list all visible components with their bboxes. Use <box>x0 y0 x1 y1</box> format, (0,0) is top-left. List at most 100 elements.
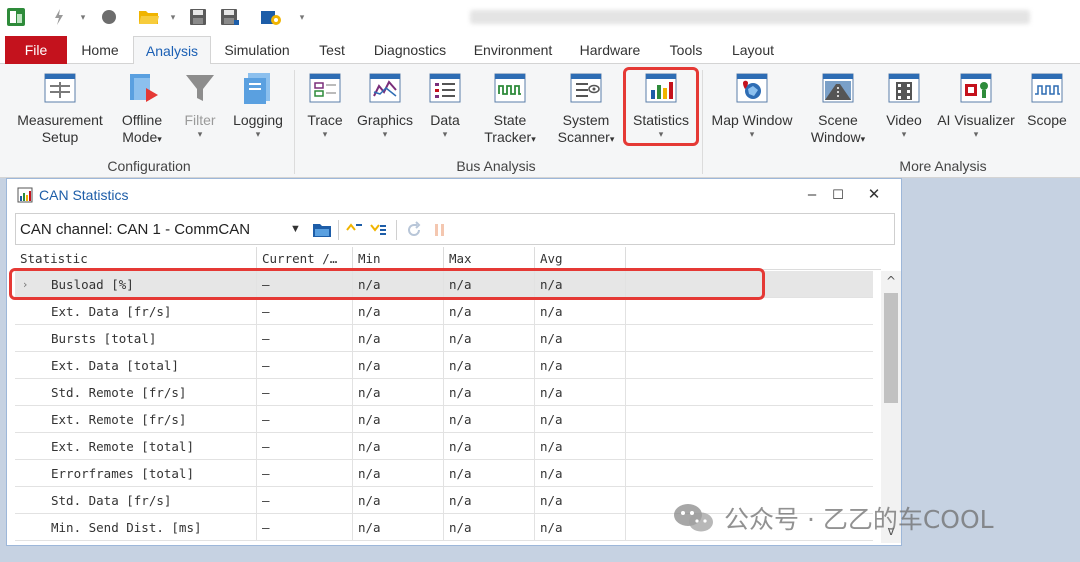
column-header-max[interactable]: Max <box>444 247 535 270</box>
lightning-dropdown-icon[interactable]: ▾ <box>78 6 88 28</box>
table-row[interactable]: Bursts [total] – n/a n/a n/a <box>15 325 873 352</box>
column-header-current[interactable]: Current /… <box>257 247 353 270</box>
measurement-setup-icon <box>44 73 76 103</box>
cell-avg: n/a <box>535 379 626 406</box>
lightning-icon[interactable] <box>52 6 66 28</box>
table-row[interactable]: Std. Remote [fr/s] – n/a n/a n/a <box>15 379 873 406</box>
cell-max: n/a <box>444 298 535 325</box>
expand-all-icon[interactable] <box>368 220 388 240</box>
state-tracker-icon <box>494 73 526 103</box>
filter-icon <box>186 75 214 101</box>
collapse-all-icon[interactable] <box>344 220 364 240</box>
state-tracker-dropdown-icon: ▾ <box>531 134 536 144</box>
scene-window-label-2: Window <box>810 129 861 145</box>
state-tracker-button[interactable]: State Tracker▾ <box>476 70 544 148</box>
group-label-more-analysis: More Analysis <box>899 158 987 174</box>
app-logo-icon[interactable] <box>6 6 26 28</box>
toolbar-separator <box>396 220 397 240</box>
cell-current: – <box>257 514 353 541</box>
ai-visualizer-label: AI Visualizer <box>937 112 1015 128</box>
tab-diagnostics[interactable]: Diagnostics <box>367 36 453 64</box>
table-row[interactable]: Ext. Remote [fr/s] – n/a n/a n/a <box>15 406 873 433</box>
config-settings-icon[interactable] <box>260 6 282 28</box>
scope-button[interactable]: Scope <box>1022 70 1072 129</box>
cell-max: n/a <box>444 514 535 541</box>
state-tracker-label-2: Tracker <box>484 129 532 145</box>
video-button[interactable]: Video ▾ <box>880 70 928 139</box>
window-maximize-button[interactable]: ☐ <box>827 185 849 205</box>
group-separator <box>294 70 295 174</box>
tab-simulation[interactable]: Simulation <box>218 36 296 64</box>
group-label-configuration: Configuration <box>107 158 191 174</box>
video-icon <box>888 73 920 103</box>
measurement-setup-button[interactable]: Measurement Setup <box>10 70 110 146</box>
ai-visualizer-button[interactable]: AI Visualizer ▾ <box>934 70 1018 139</box>
folder-icon[interactable] <box>312 220 332 240</box>
tab-file[interactable]: File <box>5 36 67 64</box>
open-folder-icon[interactable] <box>138 6 160 28</box>
map-window-dropdown-icon: ▾ <box>749 129 755 139</box>
filter-dropdown-icon: ▾ <box>197 129 203 139</box>
stop-icon[interactable] <box>100 6 118 28</box>
offline-mode-label-2: Mode <box>122 129 158 145</box>
scene-window-label-1: Scene <box>818 112 858 128</box>
tab-tools[interactable]: Tools <box>662 36 710 64</box>
window-close-button[interactable]: ✕ <box>863 185 885 205</box>
measurement-setup-label-1: Measurement <box>17 112 103 128</box>
column-header-min[interactable]: Min <box>353 247 444 270</box>
scope-label: Scope <box>1027 112 1067 128</box>
column-header-avg[interactable]: Avg <box>535 247 626 270</box>
cell-min: n/a <box>353 379 444 406</box>
graphics-button[interactable]: Graphics ▾ <box>355 70 415 139</box>
scene-window-button[interactable]: Scene Window▾ <box>804 70 872 148</box>
filter-button[interactable]: Filter ▾ <box>176 70 224 139</box>
tab-analysis[interactable]: Analysis <box>133 36 211 65</box>
column-header-statistic[interactable]: Statistic <box>15 247 257 270</box>
map-window-button[interactable]: Map Window ▾ <box>708 70 796 139</box>
tab-test[interactable]: Test <box>309 36 355 64</box>
window-title: CAN Statistics <box>39 187 129 203</box>
cell-statistic: Std. Data [fr/s] <box>15 487 257 514</box>
offline-mode-icon <box>130 74 158 102</box>
save-icon[interactable] <box>188 6 208 28</box>
tab-home[interactable]: Home <box>72 36 128 64</box>
cell-current: – <box>257 379 353 406</box>
save-as-icon[interactable] <box>220 6 240 28</box>
can-channel-select[interactable]: CAN channel: CAN 1 - CommCAN <box>20 221 250 238</box>
pause-icon[interactable] <box>430 220 450 240</box>
data-icon <box>429 73 461 103</box>
scrollbar-thumb[interactable] <box>884 293 898 403</box>
scroll-up-icon[interactable]: ^ <box>881 271 901 291</box>
wechat-logo-icon <box>674 504 713 532</box>
trace-button[interactable]: Trace ▾ <box>300 70 350 139</box>
group-separator <box>702 70 703 174</box>
cell-max: n/a <box>444 352 535 379</box>
table-row[interactable]: Ext. Data [total] – n/a n/a n/a <box>15 352 873 379</box>
reset-icon[interactable] <box>404 220 424 240</box>
cell-max: n/a <box>444 487 535 514</box>
cell-current: – <box>257 325 353 352</box>
statistics-window-icon <box>17 187 33 203</box>
window-minimize-button[interactable]: – <box>801 185 823 205</box>
table-row[interactable]: Errorframes [total] – n/a n/a n/a <box>15 460 873 487</box>
cell-avg: n/a <box>535 487 626 514</box>
logging-button[interactable]: Logging ▾ <box>228 70 288 139</box>
channel-toolbar: CAN channel: CAN 1 - CommCAN ▼ <box>15 213 895 245</box>
data-label: Data <box>430 112 460 128</box>
cell-statistic: Bursts [total] <box>15 325 257 352</box>
cell-current: – <box>257 352 353 379</box>
open-dropdown-icon[interactable]: ▾ <box>168 6 178 28</box>
customize-qat-icon[interactable]: ▾ <box>296 6 308 28</box>
tab-hardware[interactable]: Hardware <box>574 36 646 64</box>
window-title-bar[interactable]: CAN Statistics – ☐ ✕ <box>7 179 901 211</box>
tab-environment[interactable]: Environment <box>467 36 559 64</box>
tab-layout[interactable]: Layout <box>724 36 782 64</box>
chevron-down-icon[interactable]: ▼ <box>290 223 301 235</box>
data-button[interactable]: Data ▾ <box>420 70 470 139</box>
offline-mode-button[interactable]: Offline Mode▾ <box>114 70 170 148</box>
system-scanner-button[interactable]: System Scanner▾ <box>552 70 620 148</box>
cell-max: n/a <box>444 379 535 406</box>
table-row[interactable]: Ext. Remote [total] – n/a n/a n/a <box>15 433 873 460</box>
table-row[interactable]: Ext. Data [fr/s] – n/a n/a n/a <box>15 298 873 325</box>
quick-access-toolbar: ▾ ▾ ▾ <box>0 0 1080 34</box>
